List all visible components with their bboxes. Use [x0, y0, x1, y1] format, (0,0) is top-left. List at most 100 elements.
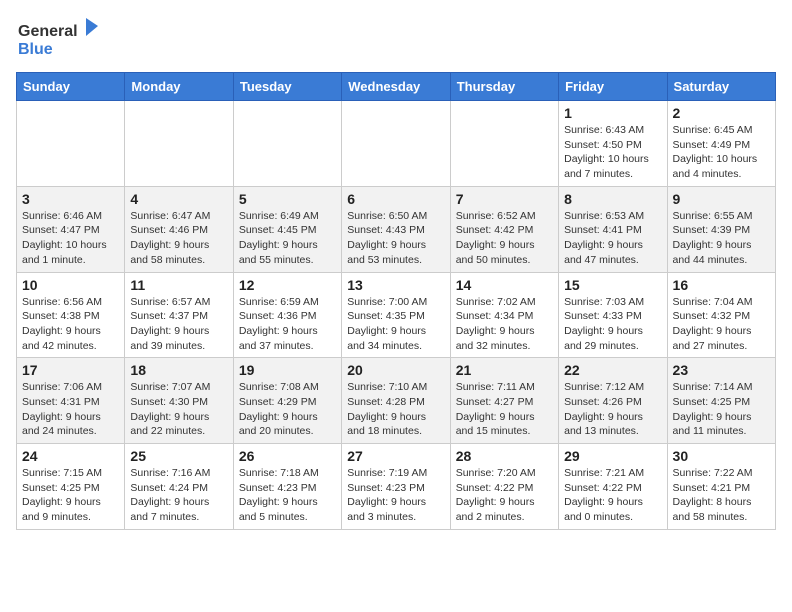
weekday-header-monday: Monday: [125, 73, 233, 101]
calendar-cell: 16 Sunrise: 7:04 AM Sunset: 4:32 PM Dayli…: [667, 272, 775, 358]
calendar-cell: [342, 101, 450, 187]
calendar-cell: [17, 101, 125, 187]
day-number: 3: [22, 191, 119, 207]
calendar-cell: 9 Sunrise: 6:55 AM Sunset: 4:39 PM Daylig…: [667, 186, 775, 272]
calendar-cell: 29 Sunrise: 7:21 AM Sunset: 4:22 PM Dayli…: [559, 444, 667, 530]
calendar-cell: 6 Sunrise: 6:50 AM Sunset: 4:43 PM Daylig…: [342, 186, 450, 272]
calendar-cell: 26Sunrise: 7:18 AM Sunset: 4:23 PM Dayli…: [233, 444, 341, 530]
calendar-table: SundayMondayTuesdayWednesdayThursdayFrid…: [16, 72, 776, 530]
day-info: Sunrise: 6:55 AM Sunset: 4:39 PM Dayligh…: [673, 209, 770, 268]
day-info: Sunrise: 7:14 AM Sunset: 4:25 PM Dayligh…: [673, 380, 770, 439]
calendar-cell: 17Sunrise: 7:06 AM Sunset: 4:31 PM Dayli…: [17, 358, 125, 444]
weekday-header-tuesday: Tuesday: [233, 73, 341, 101]
calendar-cell: 12 Sunrise: 6:59 AM Sunset: 4:36 PM Dayli…: [233, 272, 341, 358]
day-number: 30: [673, 448, 770, 464]
day-info: Sunrise: 7:07 AM Sunset: 4:30 PM Dayligh…: [130, 380, 227, 439]
day-number: 5: [239, 191, 336, 207]
day-info: Sunrise: 6:49 AM Sunset: 4:45 PM Dayligh…: [239, 209, 336, 268]
calendar-cell: 10 Sunrise: 6:56 AM Sunset: 4:38 PM Dayli…: [17, 272, 125, 358]
calendar-cell: [233, 101, 341, 187]
calendar-cell: 7 Sunrise: 6:52 AM Sunset: 4:42 PM Daylig…: [450, 186, 558, 272]
day-info: Sunrise: 6:56 AM Sunset: 4:38 PM Dayligh…: [22, 295, 119, 354]
calendar-cell: 24 Sunrise: 7:15 AM Sunset: 4:25 PM Dayli…: [17, 444, 125, 530]
calendar-cell: 19 Sunrise: 7:08 AM Sunset: 4:29 PM Dayli…: [233, 358, 341, 444]
day-info: Sunrise: 6:43 AM Sunset: 4:50 PM Dayligh…: [564, 123, 661, 182]
day-number: 7: [456, 191, 553, 207]
day-info: Sunrise: 7:16 AM Sunset: 4:24 PM Dayligh…: [130, 466, 227, 525]
day-number: 10: [22, 277, 119, 293]
day-number: 8: [564, 191, 661, 207]
calendar-cell: 2 Sunrise: 6:45 AM Sunset: 4:49 PM Daylig…: [667, 101, 775, 187]
day-info: Sunrise: 7:15 AM Sunset: 4:25 PM Dayligh…: [22, 466, 119, 525]
calendar-cell: 21 Sunrise: 7:11 AM Sunset: 4:27 PM Dayli…: [450, 358, 558, 444]
weekday-header-sunday: Sunday: [17, 73, 125, 101]
day-info: Sunrise: 7:08 AM Sunset: 4:29 PM Dayligh…: [239, 380, 336, 439]
day-number: 20: [347, 362, 444, 378]
calendar-cell: 28 Sunrise: 7:20 AM Sunset: 4:22 PM Dayli…: [450, 444, 558, 530]
logo: GeneralBlue: [16, 16, 106, 60]
day-info: Sunrise: 7:02 AM Sunset: 4:34 PM Dayligh…: [456, 295, 553, 354]
day-info: Sunrise: 6:59 AM Sunset: 4:36 PM Dayligh…: [239, 295, 336, 354]
day-number: 1: [564, 105, 661, 121]
day-info: Sunrise: 7:03 AM Sunset: 4:33 PM Dayligh…: [564, 295, 661, 354]
day-info: Sunrise: 6:57 AM Sunset: 4:37 PM Dayligh…: [130, 295, 227, 354]
day-info: Sunrise: 7:04 AM Sunset: 4:32 PM Dayligh…: [673, 295, 770, 354]
day-number: 28: [456, 448, 553, 464]
weekday-header-saturday: Saturday: [667, 73, 775, 101]
logo-svg: GeneralBlue: [16, 16, 106, 60]
day-number: 22: [564, 362, 661, 378]
day-number: 6: [347, 191, 444, 207]
day-number: 15: [564, 277, 661, 293]
day-info: Sunrise: 7:00 AM Sunset: 4:35 PM Dayligh…: [347, 295, 444, 354]
day-info: Sunrise: 7:19 AM Sunset: 4:23 PM Dayligh…: [347, 466, 444, 525]
day-info: Sunrise: 7:22 AM Sunset: 4:21 PM Dayligh…: [673, 466, 770, 525]
day-number: 16: [673, 277, 770, 293]
calendar-cell: [450, 101, 558, 187]
weekday-header-friday: Friday: [559, 73, 667, 101]
calendar-week-5: 24 Sunrise: 7:15 AM Sunset: 4:25 PM Dayli…: [17, 444, 776, 530]
calendar-cell: 14 Sunrise: 7:02 AM Sunset: 4:34 PM Dayli…: [450, 272, 558, 358]
calendar-cell: 27 Sunrise: 7:19 AM Sunset: 4:23 PM Dayli…: [342, 444, 450, 530]
day-info: Sunrise: 7:10 AM Sunset: 4:28 PM Dayligh…: [347, 380, 444, 439]
day-number: 13: [347, 277, 444, 293]
day-info: Sunrise: 7:11 AM Sunset: 4:27 PM Dayligh…: [456, 380, 553, 439]
day-info: Sunrise: 6:52 AM Sunset: 4:42 PM Dayligh…: [456, 209, 553, 268]
calendar-cell: 15 Sunrise: 7:03 AM Sunset: 4:33 PM Dayli…: [559, 272, 667, 358]
day-number: 12: [239, 277, 336, 293]
day-number: 18: [130, 362, 227, 378]
day-number: 21: [456, 362, 553, 378]
svg-text:General: General: [18, 23, 78, 40]
calendar-cell: 5 Sunrise: 6:49 AM Sunset: 4:45 PM Daylig…: [233, 186, 341, 272]
day-number: 2: [673, 105, 770, 121]
day-number: 24: [22, 448, 119, 464]
day-number: 9: [673, 191, 770, 207]
day-info: Sunrise: 7:21 AM Sunset: 4:22 PM Dayligh…: [564, 466, 661, 525]
day-info: Sunrise: 7:12 AM Sunset: 4:26 PM Dayligh…: [564, 380, 661, 439]
calendar-cell: 18 Sunrise: 7:07 AM Sunset: 4:30 PM Dayli…: [125, 358, 233, 444]
weekday-header-thursday: Thursday: [450, 73, 558, 101]
calendar-cell: 20 Sunrise: 7:10 AM Sunset: 4:28 PM Dayli…: [342, 358, 450, 444]
calendar-cell: 23 Sunrise: 7:14 AM Sunset: 4:25 PM Dayli…: [667, 358, 775, 444]
day-info: Sunrise: 6:45 AM Sunset: 4:49 PM Dayligh…: [673, 123, 770, 182]
calendar-cell: 11 Sunrise: 6:57 AM Sunset: 4:37 PM Dayli…: [125, 272, 233, 358]
day-info: Sunrise: 6:53 AM Sunset: 4:41 PM Dayligh…: [564, 209, 661, 268]
day-number: 29: [564, 448, 661, 464]
calendar-week-1: 1 Sunrise: 6:43 AM Sunset: 4:50 PM Daylig…: [17, 101, 776, 187]
svg-text:Blue: Blue: [18, 41, 53, 58]
day-number: 27: [347, 448, 444, 464]
day-number: 23: [673, 362, 770, 378]
calendar-cell: 13 Sunrise: 7:00 AM Sunset: 4:35 PM Dayli…: [342, 272, 450, 358]
calendar-week-3: 10 Sunrise: 6:56 AM Sunset: 4:38 PM Dayli…: [17, 272, 776, 358]
calendar-week-4: 17Sunrise: 7:06 AM Sunset: 4:31 PM Dayli…: [17, 358, 776, 444]
calendar-cell: 4Sunrise: 6:47 AM Sunset: 4:46 PM Daylig…: [125, 186, 233, 272]
day-number: 25: [130, 448, 227, 464]
day-info: Sunrise: 6:50 AM Sunset: 4:43 PM Dayligh…: [347, 209, 444, 268]
day-number: 19: [239, 362, 336, 378]
day-number: 11: [130, 277, 227, 293]
calendar-cell: [125, 101, 233, 187]
weekday-header-wednesday: Wednesday: [342, 73, 450, 101]
day-info: Sunrise: 6:47 AM Sunset: 4:46 PM Dayligh…: [130, 209, 227, 268]
day-number: 14: [456, 277, 553, 293]
day-info: Sunrise: 7:18 AM Sunset: 4:23 PM Dayligh…: [239, 466, 336, 525]
day-info: Sunrise: 7:20 AM Sunset: 4:22 PM Dayligh…: [456, 466, 553, 525]
